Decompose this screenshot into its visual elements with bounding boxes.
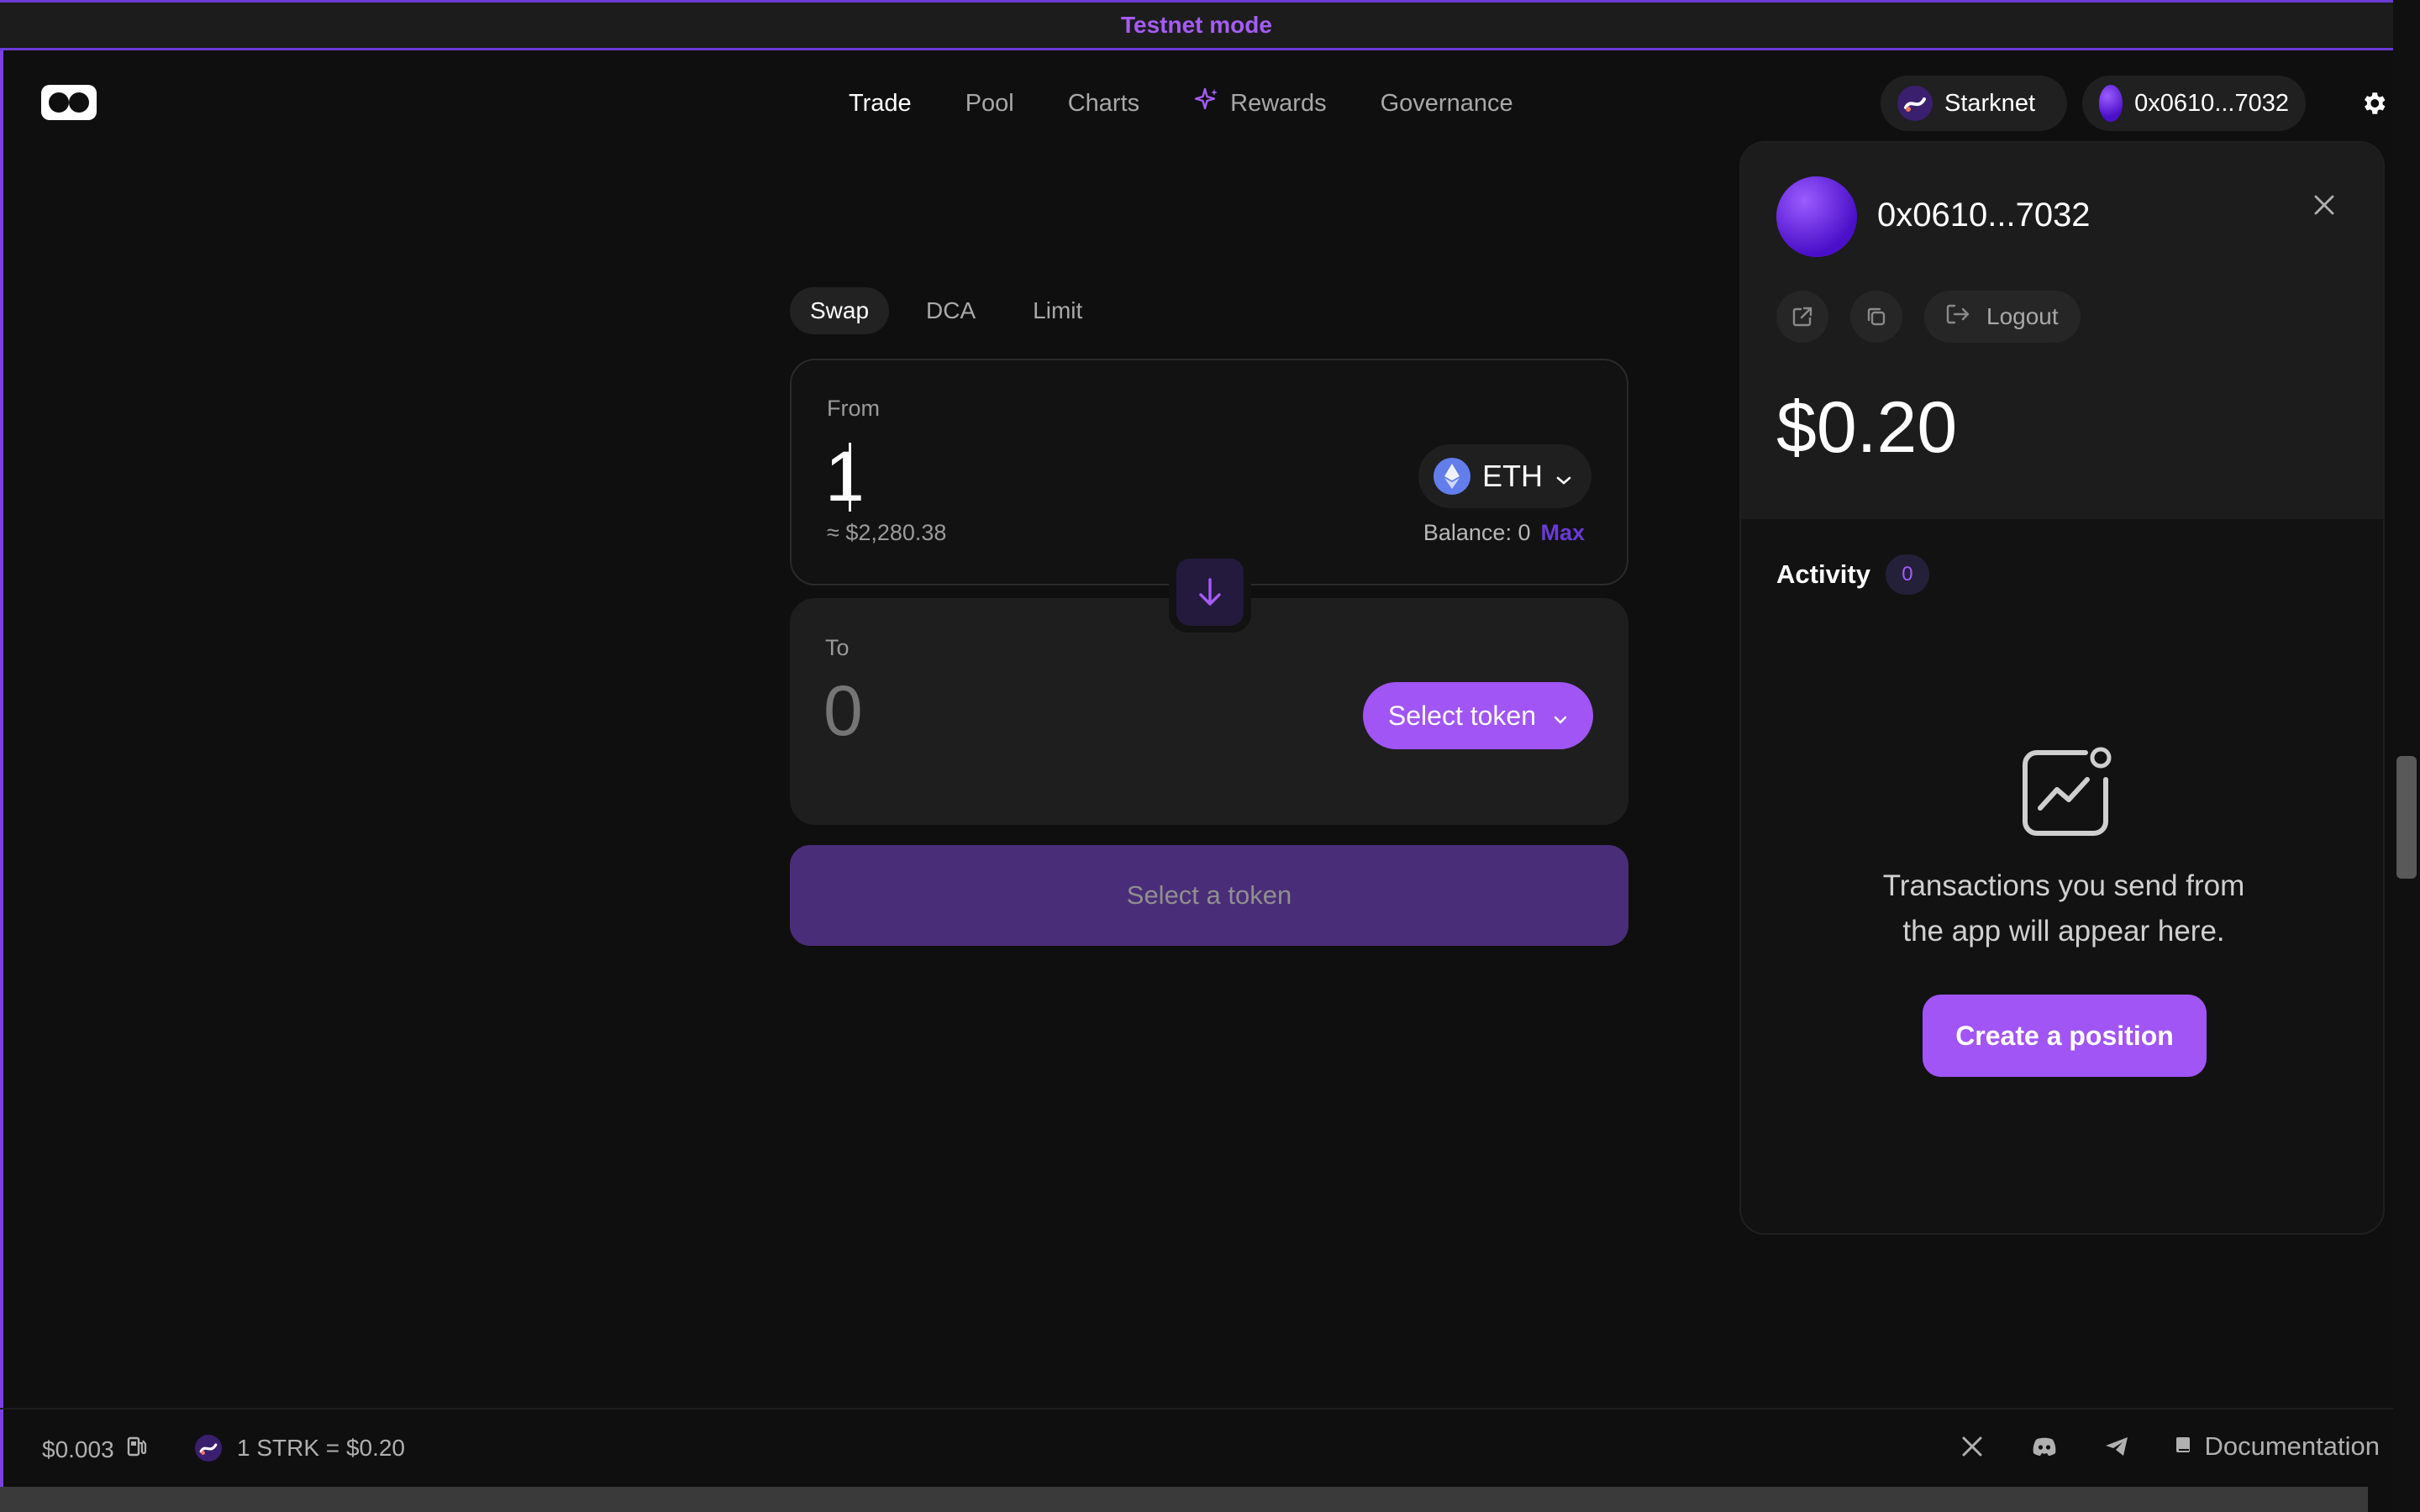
chart-activity-icon [2018, 746, 2112, 840]
text-caret [849, 443, 851, 512]
account-panel: 0x0610...7032 Logout $0.20 Activity 0 Tr… [1739, 141, 2385, 1235]
to-label: To [825, 635, 850, 660]
app-logo-icon[interactable] [40, 84, 97, 121]
create-position-button[interactable]: Create a position [1923, 995, 2207, 1077]
x-icon[interactable] [1957, 1431, 1987, 1462]
nav-pool[interactable]: Pool [965, 90, 1014, 118]
swap-submit-button[interactable]: Select a token [790, 845, 1628, 946]
starknet-icon [1897, 86, 1933, 121]
tab-swap[interactable]: Swap [790, 287, 890, 334]
avatar [2099, 85, 2123, 122]
nav-rewards-label: Rewards [1230, 89, 1327, 117]
panel-account-address: 0x0610...7032 [1877, 197, 2091, 234]
copy-icon[interactable] [1850, 291, 1902, 343]
flip-direction-button[interactable] [1169, 552, 1251, 633]
chevron-down-icon [1555, 459, 1573, 494]
documentation-link[interactable]: Documentation [2174, 1431, 2380, 1462]
strk-rate-value: 1 STRK = $0.20 [237, 1435, 406, 1461]
testnet-banner: Testnet mode [0, 0, 2393, 50]
select-token-label: Select token [1387, 700, 1536, 731]
swap-mode-tabs: Swap DCA Limit [790, 287, 1102, 334]
logout-icon [1943, 301, 1973, 333]
horizontal-scrollbar[interactable] [0, 1487, 2368, 1512]
nav-governance-label: Governance [1380, 89, 1513, 117]
testnet-banner-text: Testnet mode [1121, 12, 1272, 38]
eth-icon [1434, 458, 1470, 495]
from-token-symbol: ETH [1482, 459, 1543, 493]
activity-header: Activity 0 [1776, 554, 1929, 595]
footer: $0.003 1 STRK = $0.20 Documentation [0, 1408, 2393, 1487]
scrollbar-thumb[interactable] [2396, 756, 2417, 879]
documentation-label: Documentation [2204, 1431, 2380, 1461]
empty-activity-line-2: the app will appear here. [1902, 915, 2225, 948]
nav-rewards[interactable]: Rewards [1193, 87, 1327, 120]
nav-charts[interactable]: Charts [1068, 90, 1139, 118]
discord-icon[interactable] [2029, 1431, 2060, 1462]
nav-trade[interactable]: Trade [849, 90, 912, 118]
telegram-icon[interactable] [2102, 1431, 2132, 1462]
from-usd-value: ≈ $2,280.38 [827, 520, 947, 545]
from-label: From [827, 396, 880, 421]
activity-count-badge: 0 [1885, 554, 1929, 595]
book-icon [2174, 1431, 2192, 1462]
max-button[interactable]: Max [1540, 520, 1585, 545]
account-button[interactable]: 0x0610...7032 [2082, 76, 2306, 131]
nav-governance[interactable]: Governance [1381, 90, 1513, 118]
from-amount-input[interactable] [825, 434, 1329, 518]
tab-dca[interactable]: DCA [906, 287, 996, 334]
nav-trade-label: Trade [849, 89, 912, 117]
gas-price-value: $0.003 [42, 1436, 114, 1462]
to-amount-input[interactable] [823, 669, 1328, 753]
chevron-down-icon [1553, 701, 1568, 732]
strk-price: 1 STRK = $0.20 [195, 1435, 405, 1462]
balance-label: Balance: 0 [1423, 520, 1531, 545]
logout-label: Logout [1986, 303, 2059, 329]
activity-label: Activity [1776, 559, 1870, 589]
gas-pump-icon [126, 1435, 148, 1464]
arrow-down-icon [1176, 559, 1244, 626]
main-nav: Trade Pool Charts Rewards Governance [849, 50, 1513, 156]
footer-links: Documentation [1957, 1431, 2380, 1462]
from-balance: Balance: 0 Max [1423, 520, 1585, 546]
gas-price: $0.003 [42, 1435, 148, 1464]
network-selector[interactable]: Starknet [1881, 76, 2067, 131]
nav-pool-label: Pool [965, 89, 1014, 117]
starknet-icon [195, 1435, 222, 1462]
empty-activity-message: Transactions you send from the app will … [1741, 864, 2383, 954]
tab-limit[interactable]: Limit [1013, 287, 1102, 334]
select-token-button[interactable]: Select token [1362, 682, 1593, 749]
external-link-icon[interactable] [1776, 291, 1828, 343]
avatar [1776, 176, 1857, 257]
empty-activity-line-1: Transactions you send from [1882, 869, 2245, 902]
nav-charts-label: Charts [1067, 89, 1140, 117]
from-token-selector[interactable]: ETH [1418, 444, 1591, 508]
account-address: 0x0610...7032 [2134, 89, 2289, 117]
logout-button[interactable]: Logout [1924, 291, 2081, 343]
network-label: Starknet [1944, 89, 2035, 117]
gear-icon[interactable] [2354, 84, 2393, 123]
account-balance: $0.20 [1776, 387, 1958, 468]
close-icon[interactable] [2306, 186, 2343, 223]
sparkle-icon [1193, 87, 1220, 120]
